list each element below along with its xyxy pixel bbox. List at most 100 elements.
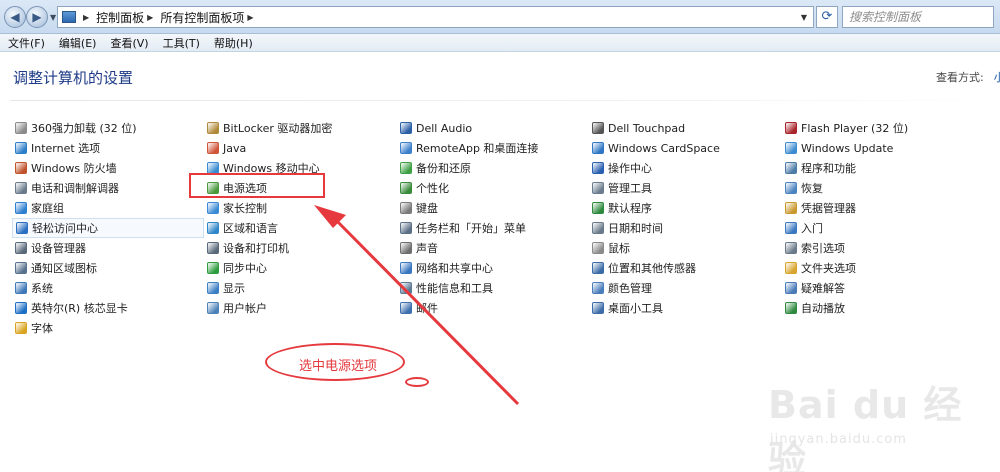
control-panel-item[interactable]: 文件夹选项 <box>782 258 974 278</box>
control-panel-item-label: Dell Touchpad <box>608 121 686 135</box>
control-panel-item[interactable]: Dell Touchpad <box>589 118 781 138</box>
control-panel-item-label: 系统 <box>31 282 53 295</box>
control-panel-item[interactable]: 疑难解答 <box>782 278 974 298</box>
control-panel-item[interactable]: 轻松访问中心 <box>12 218 204 238</box>
control-panel-item[interactable]: 颜色管理 <box>589 278 781 298</box>
back-button[interactable]: ◀ <box>4 6 26 28</box>
control-panel-item[interactable]: Windows CardSpace <box>589 138 781 158</box>
control-panel-item[interactable]: RemoteApp 和桌面连接 <box>397 138 589 158</box>
control-panel-item[interactable]: Flash Player (32 位) <box>782 118 974 138</box>
control-panel-item-label: 桌面小工具 <box>608 302 663 315</box>
chevron-right-icon[interactable]: ▶ <box>147 13 153 22</box>
control-panel-item-label: 用户帐户 <box>223 302 267 315</box>
control-panel-item-label: 同步中心 <box>223 262 267 275</box>
autoplay-icon <box>785 302 797 314</box>
control-panel-item[interactable]: 区域和语言 <box>204 218 396 238</box>
control-panel-item[interactable]: 字体 <box>12 318 204 338</box>
control-panel-item[interactable]: Windows Update <box>782 138 974 158</box>
control-panel-item-label: 360强力卸载 (32 位) <box>31 122 137 135</box>
menu-edit[interactable]: 编辑(E) <box>59 35 97 51</box>
control-panel-window: ◀ ▶ ▼ ▶ 控制面板 ▶ 所有控制面板项 ▶ ▼ ⟳ 搜索控制面板 文件(F… <box>0 0 1000 472</box>
chevron-right-icon[interactable]: ▶ <box>83 13 89 22</box>
refresh-button[interactable]: ⟳ <box>816 6 838 28</box>
address-field[interactable]: ▶ 控制面板 ▶ 所有控制面板项 ▶ ▼ <box>57 6 814 28</box>
control-panel-item-label: 文件夹选项 <box>801 262 856 275</box>
control-panel-item[interactable]: 性能信息和工具 <box>397 278 589 298</box>
forward-button[interactable]: ▶ <box>26 6 48 28</box>
search-input[interactable]: 搜索控制面板 <box>842 6 994 28</box>
control-panel-item-label: 轻松访问中心 <box>32 222 98 235</box>
control-panel-item[interactable]: 家庭组 <box>12 198 204 218</box>
control-panel-item[interactable]: 程序和功能 <box>782 158 974 178</box>
view-by-dropdown[interactable]: 小图 <box>994 71 1000 84</box>
control-panel-item[interactable]: 自动播放 <box>782 298 974 318</box>
control-panel-item[interactable]: 360强力卸载 (32 位) <box>12 118 204 138</box>
column-5: Flash Player (32 位) Windows Update 程序和功能 恢复… <box>782 118 974 318</box>
control-panel-item[interactable]: 用户帐户 <box>204 298 396 318</box>
control-panel-item[interactable]: 入门 <box>782 218 974 238</box>
control-panel-item-label: 默认程序 <box>608 202 652 215</box>
control-panel-item-label: 性能信息和工具 <box>416 282 493 295</box>
control-panel-item[interactable]: 设备和打印机 <box>204 238 396 258</box>
control-panel-item[interactable]: 系统 <box>12 278 204 298</box>
menu-file[interactable]: 文件(F) <box>8 35 45 51</box>
control-panel-item[interactable]: 位置和其他传感器 <box>589 258 781 278</box>
control-panel-item-label: 字体 <box>31 322 53 335</box>
control-panel-item[interactable]: 通知区域图标 <box>12 258 204 278</box>
gadgets-icon <box>592 302 604 314</box>
control-panel-item-label: 键盘 <box>416 202 438 215</box>
control-panel-item[interactable]: BitLocker 驱动器加密 <box>204 118 396 138</box>
control-panel-item-label: 操作中心 <box>608 162 652 175</box>
control-panel-item[interactable]: 电话和调制解调器 <box>12 178 204 198</box>
control-panel-item-label: 管理工具 <box>608 182 652 195</box>
ease-of-access-icon <box>16 222 28 234</box>
fonts-icon <box>15 322 27 334</box>
control-panel-item-label: 自动播放 <box>801 302 845 315</box>
control-panel-item[interactable]: 任务栏和「开始」菜单 <box>397 218 589 238</box>
control-panel-item[interactable]: 索引选项 <box>782 238 974 258</box>
control-panel-item[interactable]: 桌面小工具 <box>589 298 781 318</box>
breadcrumb-control-panel[interactable]: 控制面板 <box>96 9 144 26</box>
control-panel-item[interactable]: 凭据管理器 <box>782 198 974 218</box>
control-panel-item-label: Dell Audio <box>416 121 473 135</box>
control-panel-item[interactable]: 同步中心 <box>204 258 396 278</box>
control-panel-item[interactable]: 个性化 <box>397 178 589 198</box>
control-panel-item[interactable]: 声音 <box>397 238 589 258</box>
watermark-logo: Bai du 经验 <box>768 383 963 472</box>
control-panel-item[interactable]: 操作中心 <box>589 158 781 178</box>
control-panel-item[interactable]: 网络和共享中心 <box>397 258 589 278</box>
troubleshooting-icon <box>785 282 797 294</box>
control-panel-item[interactable]: 管理工具 <box>589 178 781 198</box>
system-icon <box>15 282 27 294</box>
action-center-icon <box>592 162 604 174</box>
control-panel-item[interactable]: 默认程序 <box>589 198 781 218</box>
control-panel-item-label: 电话和调制解调器 <box>31 182 119 195</box>
control-panel-item[interactable]: 显示 <box>204 278 396 298</box>
callout-text: 选中电源选项 <box>299 359 378 374</box>
history-dropdown-icon[interactable]: ▼ <box>50 13 56 22</box>
control-panel-item[interactable]: Internet 选项 <box>12 138 204 158</box>
control-panel-item-label: 声音 <box>416 242 438 255</box>
display-icon <box>207 282 219 294</box>
control-panel-item[interactable]: 设备管理器 <box>12 238 204 258</box>
control-panel-item[interactable]: 备份和还原 <box>397 158 589 178</box>
default-programs-icon <box>592 202 604 214</box>
control-panel-item[interactable]: 恢复 <box>782 178 974 198</box>
control-panel-item[interactable]: Dell Audio <box>397 118 589 138</box>
control-panel-item[interactable]: 英特尔(R) 核芯显卡 <box>12 298 204 318</box>
control-panel-item[interactable]: 家长控制 <box>204 198 396 218</box>
control-panel-item[interactable]: 邮件 <box>397 298 589 318</box>
control-panel-item[interactable]: 日期和时间 <box>589 218 781 238</box>
sync-center-icon <box>207 262 219 274</box>
control-panel-item[interactable]: Windows 防火墙 <box>12 158 204 178</box>
control-panel-item[interactable]: Java <box>204 138 396 158</box>
menu-help[interactable]: 帮助(H) <box>214 35 253 51</box>
menu-view[interactable]: 查看(V) <box>110 35 148 51</box>
control-panel-item[interactable]: 鼠标 <box>589 238 781 258</box>
chevron-right-icon[interactable]: ▶ <box>247 13 253 22</box>
breadcrumb-all-items[interactable]: 所有控制面板项 <box>160 9 244 26</box>
address-dropdown-icon[interactable]: ▼ <box>801 13 813 22</box>
menu-tools[interactable]: 工具(T) <box>163 35 200 51</box>
remoteapp-icon <box>400 142 412 154</box>
control-panel-item[interactable]: 键盘 <box>397 198 589 218</box>
